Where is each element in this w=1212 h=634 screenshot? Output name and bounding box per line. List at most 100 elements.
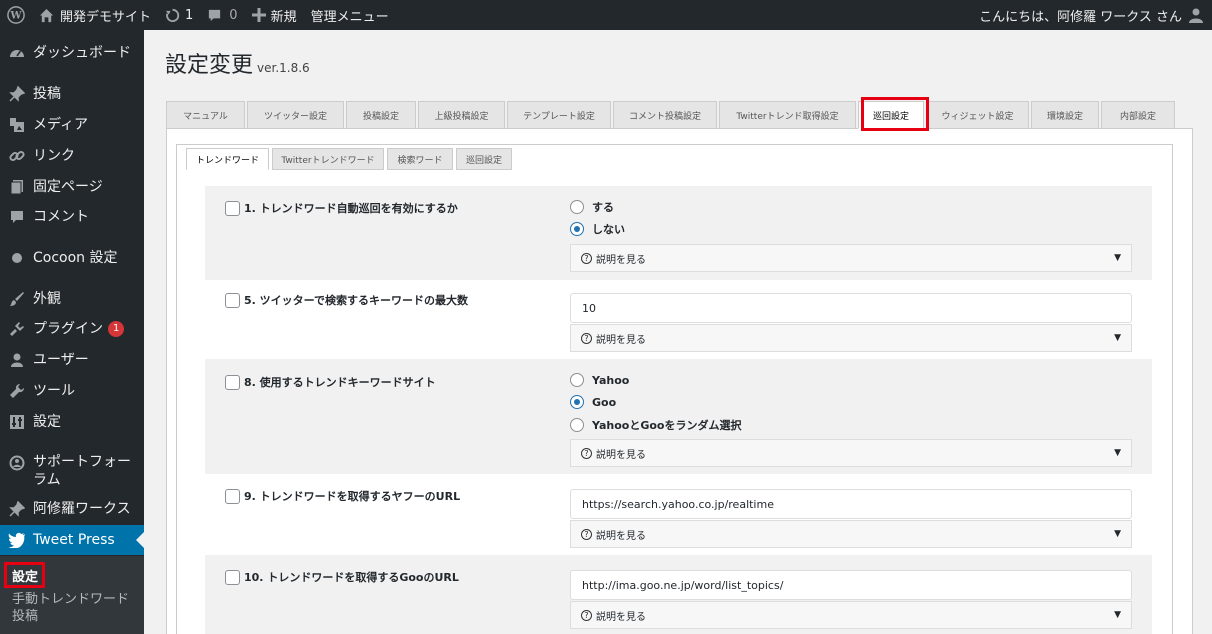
- dashboard-icon: [7, 43, 27, 63]
- sidebar-item-posts[interactable]: 投稿: [0, 84, 144, 104]
- tab-twitter-trend-settings[interactable]: Twitterトレンド取得設定: [719, 101, 856, 129]
- setting-checkbox-9[interactable]: [225, 488, 240, 504]
- sidebar-item-ashura-works[interactable]: 阿修羅ワークス: [0, 499, 144, 519]
- tab-environment-settings[interactable]: 環境設定: [1031, 101, 1099, 129]
- admin-bar: W 開発デモサイト 1 0 新規 管理メニュー こんにちは、阿修羅 ワークス さ…: [0, 0, 1212, 30]
- setting-label-text: 1. トレンドワード自動巡回を有効にするか: [244, 202, 458, 215]
- sidebar-item-label: 阿修羅ワークス: [33, 501, 131, 517]
- submenu-item-manual-trend-post[interactable]: 手動トレンドワード投稿: [12, 591, 137, 625]
- subtab-patrol-settings[interactable]: 巡回設定: [456, 148, 512, 170]
- setting-label-text: 5. ツイッターで検索するキーワードの最大数: [244, 294, 469, 307]
- setting-checkbox-8[interactable]: [225, 374, 240, 390]
- details-toggle[interactable]: ? 説明を見る ▼: [570, 439, 1132, 467]
- highlight-box-submenu: [4, 562, 45, 588]
- triangle-down-icon: ▼: [1114, 448, 1121, 458]
- details-toggle[interactable]: ? 説明を見る ▼: [570, 601, 1132, 629]
- sidebar-item-users[interactable]: ユーザー: [0, 350, 144, 370]
- sidebar-item-label: Tweet Press: [33, 532, 115, 548]
- sidebar-item-tools[interactable]: ツール: [0, 381, 144, 401]
- updates-link[interactable]: 1: [158, 0, 200, 30]
- radio-button-checked[interactable]: [570, 222, 584, 236]
- goo-url-input[interactable]: http://ima.goo.ne.jp/word/list_topics/: [570, 570, 1132, 600]
- details-toggle[interactable]: ? 説明を見る ▼: [570, 520, 1132, 548]
- admin-menu-link[interactable]: 管理メニュー: [304, 0, 396, 30]
- sidebar-item-cocoon[interactable]: Cocoon 設定: [0, 248, 144, 268]
- question-circle-icon: ?: [581, 447, 592, 459]
- question-circle-icon: ?: [581, 252, 592, 264]
- link-icon: [7, 146, 27, 166]
- tab-advanced-post-settings[interactable]: 上級投稿設定: [418, 101, 505, 129]
- subtab-search-word[interactable]: 検索ワード: [387, 148, 453, 170]
- home-icon: [39, 8, 54, 22]
- updates-count: 1: [185, 7, 194, 23]
- sidebar-item-tweet-press[interactable]: Tweet Press: [0, 525, 144, 555]
- radio-button[interactable]: [570, 418, 584, 432]
- active-menu-arrow: [136, 532, 144, 548]
- sidebar-item-label: サポートフォーラム: [33, 454, 131, 488]
- yahoo-url-input[interactable]: https://search.yahoo.co.jp/realtime: [570, 489, 1132, 519]
- subtab-twitter-trend-word[interactable]: Twitterトレンドワード: [272, 148, 384, 170]
- page-title: 設定変更 ver.1.8.6: [165, 47, 310, 79]
- page-icon: [7, 177, 27, 197]
- tab-twitter-settings[interactable]: ツイッター設定: [247, 101, 344, 129]
- svg-text:W: W: [9, 11, 22, 22]
- plugin-version: ver.1.8.6: [257, 61, 310, 75]
- details-toggle[interactable]: ? 説明を見る ▼: [570, 244, 1132, 272]
- sidebar-item-media[interactable]: メディア: [0, 115, 144, 135]
- radio-option[interactable]: Yahoo: [570, 373, 629, 387]
- tab-internal-settings[interactable]: 内部設定: [1101, 101, 1175, 129]
- settings-icon: [7, 412, 27, 432]
- triangle-down-icon: ▼: [1114, 610, 1121, 620]
- setting-label-text: 9. トレンドワードを取得するヤフーのURL: [244, 490, 461, 503]
- setting-checkbox-10[interactable]: [225, 569, 240, 585]
- tab-comment-post-settings[interactable]: コメント投稿設定: [613, 101, 717, 129]
- sidebar-item-label: ユーザー: [33, 352, 89, 368]
- sidebar-item-pages[interactable]: 固定ページ: [0, 177, 144, 197]
- sidebar-item-dashboard[interactable]: ダッシュボード: [0, 43, 144, 63]
- setting-row-1: 1. トレンドワード自動巡回を有効にするか する しない ? 説明を見る ▼: [205, 186, 1152, 280]
- comment-icon: [7, 207, 27, 227]
- new-content-link[interactable]: 新規: [245, 0, 304, 30]
- setting-label-text: 8. 使用するトレンドキーワードサイト: [244, 376, 436, 389]
- radio-label: しない: [592, 223, 625, 236]
- brush-icon: [7, 289, 27, 309]
- details-toggle[interactable]: ? 説明を見る ▼: [570, 324, 1132, 352]
- tab-manual[interactable]: マニュアル: [166, 101, 245, 129]
- radio-button[interactable]: [570, 373, 584, 387]
- sidebar-item-plugins[interactable]: プラグイン 1: [0, 319, 144, 339]
- sidebar-item-links[interactable]: リンク: [0, 146, 144, 166]
- wordpress-logo-icon[interactable]: W: [0, 0, 32, 30]
- radio-option[interactable]: Goo: [570, 395, 616, 409]
- highlight-box-tab: [861, 97, 929, 131]
- sidebar-item-support-forum[interactable]: サポートフォーラム: [0, 453, 144, 489]
- radio-button-checked[interactable]: [570, 395, 584, 409]
- sidebar-item-settings[interactable]: 設定: [0, 412, 144, 432]
- updates-icon: [165, 8, 180, 22]
- radio-option[interactable]: する: [570, 199, 614, 215]
- tab-post-settings[interactable]: 投稿設定: [346, 101, 416, 129]
- triangle-down-icon: ▼: [1114, 333, 1121, 343]
- tab-widget-settings[interactable]: ウィジェット設定: [926, 101, 1029, 129]
- sidebar-item-appearance[interactable]: 外観: [0, 289, 144, 309]
- twitter-icon: [7, 530, 27, 550]
- radio-button[interactable]: [570, 200, 584, 214]
- tab-template-settings[interactable]: テンプレート設定: [507, 101, 611, 129]
- triangle-down-icon: ▼: [1114, 529, 1121, 539]
- subtab-trend-word[interactable]: トレンドワード: [186, 148, 269, 170]
- setting-checkbox-1[interactable]: [225, 200, 240, 216]
- radio-option[interactable]: YahooとGooをランダム選択: [570, 417, 741, 433]
- sidebar-item-comments[interactable]: コメント: [0, 207, 144, 227]
- greeting: こんにちは、阿修羅 ワークス さん: [979, 9, 1182, 25]
- setting-label-8: 8. 使用するトレンドキーワードサイト: [225, 374, 436, 390]
- my-account-link[interactable]: こんにちは、阿修羅 ワークス さん: [972, 0, 1212, 30]
- site-name-link[interactable]: 開発デモサイト: [32, 0, 158, 30]
- setting-checkbox-5[interactable]: [225, 292, 240, 308]
- details-label: 説明を見る: [596, 530, 646, 542]
- max-keywords-input[interactable]: 10: [570, 293, 1132, 323]
- comments-link[interactable]: 0: [200, 0, 244, 30]
- details-label: 説明を見る: [596, 611, 646, 623]
- question-circle-icon: ?: [581, 528, 592, 540]
- setting-row-8: 8. 使用するトレンドキーワードサイト Yahoo Goo YahooとGooを…: [205, 359, 1152, 474]
- radio-option[interactable]: しない: [570, 221, 625, 237]
- sidebar-item-label: 投稿: [33, 86, 61, 102]
